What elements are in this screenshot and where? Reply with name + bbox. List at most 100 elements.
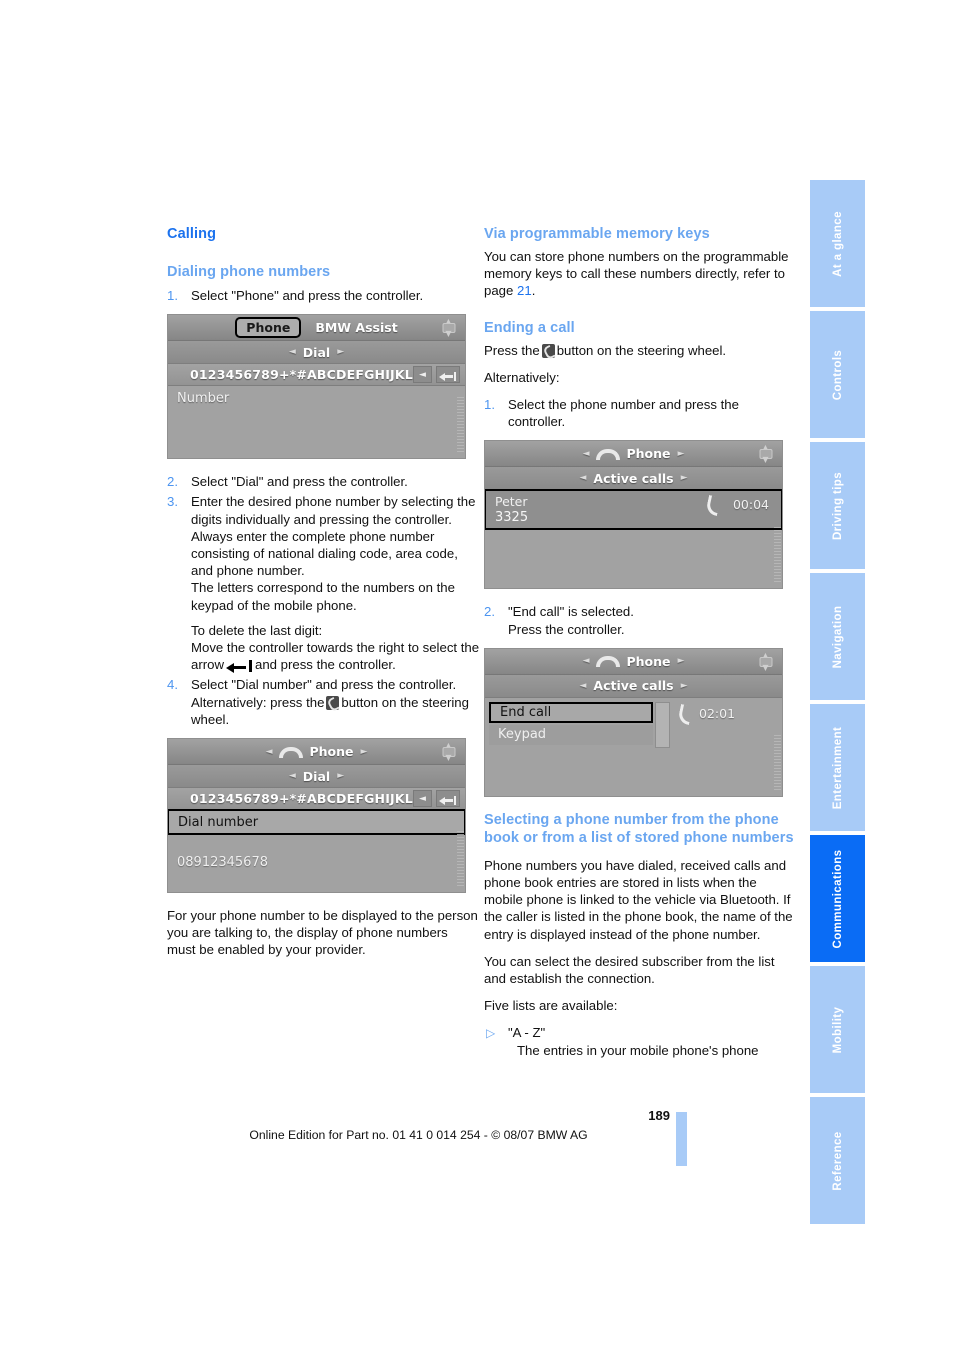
chevron-right-icon: ► <box>677 448 685 459</box>
call-active-icon <box>705 496 719 514</box>
chevron-left-icon: ◄ <box>288 771 296 782</box>
screen-menu-dial: Dial <box>302 344 331 360</box>
footer-imprint: Online Edition for Part no. 01 41 0 014 … <box>249 1128 588 1142</box>
screenshot-topbar: ◄ Phone ► ▲ ▼ <box>485 441 782 468</box>
step-number: 4. <box>167 677 178 693</box>
screen-letters: 0123456789+*#ABCDEFGHIJKL <box>190 367 413 383</box>
screenshot-submenu: ◄ Active calls ► <box>485 467 782 491</box>
chevron-left-icon: ◄ <box>265 746 273 757</box>
handset-icon <box>279 746 305 758</box>
chevron-right-icon: ► <box>337 771 345 782</box>
idrive-screenshot-active-call: ◄ Phone ► ▲ ▼ ◄ Active calls ► Peter 3325… <box>484 440 783 590</box>
paragraph-phonebook-2: You can select the desired subscriber fr… <box>484 953 775 987</box>
image-watermark <box>457 396 464 453</box>
four-way-controller-icon: ▲ ▼ <box>439 317 458 338</box>
four-way-controller-icon: ▲ ▼ <box>756 443 775 464</box>
index-tab-label: Mobility <box>831 1006 844 1053</box>
list-item: ▷ "A - Z" The entries in your mobile pho… <box>484 1024 797 1058</box>
step-text: Enter the desired phone number by select… <box>191 494 476 527</box>
screenshot-letterbar: 0123456789+*#ABCDEFGHIJKL ◄ <box>168 364 465 387</box>
screen-menu-dial: Dial <box>302 768 331 784</box>
step-number: 2. <box>167 474 178 490</box>
idrive-screenshot-end-call: ◄ Phone ► ▲ ▼ ◄ Active calls ► End call K… <box>484 647 783 797</box>
index-tab-reference[interactable]: Reference <box>810 1097 865 1224</box>
step-item: 1. Select "Phone" and press the controll… <box>167 287 480 304</box>
step-number: 1. <box>484 397 495 413</box>
screenshot-submenu: ◄ Dial ► <box>168 341 465 365</box>
step-item: 2. "End call" is selected. Press the con… <box>484 603 797 637</box>
index-tab-label: Controls <box>831 349 844 400</box>
screen-caller-number: 3325 <box>495 510 529 526</box>
index-tab-navigation[interactable]: Navigation <box>810 573 865 700</box>
step-text: Select "Dial" and press the controller. <box>191 474 408 490</box>
chevron-right-icon: ► <box>360 746 368 757</box>
screenshot-body: Dial number 08912345678 <box>168 809 465 893</box>
backspace-key-icon <box>435 790 460 808</box>
heading-phonebook-selection: Selecting a phone number from the phone … <box>484 811 794 847</box>
step-number: 1. <box>167 288 178 303</box>
page-title: Calling <box>167 226 217 242</box>
chevron-right-icon: ► <box>337 347 345 358</box>
manual-page: Calling Dialing phone numbers 1. Select … <box>0 0 954 1350</box>
chevron-left-icon: ◄ <box>582 448 590 459</box>
paragraph-memory-keys: You can store phone numbers on the progr… <box>484 249 789 299</box>
backspace-key-icon <box>435 366 460 384</box>
paragraph-lists-available: Five lists are available: <box>484 998 618 1014</box>
page-number: 189 <box>648 1108 670 1123</box>
chevron-right-icon: ► <box>677 656 685 667</box>
screen-call-duration: 02:01 <box>699 705 736 721</box>
screenshot-body: Number <box>168 386 465 459</box>
paragraph-alternatively: Alternatively: <box>484 369 560 385</box>
step-number: 2. <box>484 604 495 620</box>
index-tab-at-a-glance[interactable]: At a glance <box>810 180 865 307</box>
screenshot-submenu: ◄ Active calls ► <box>485 674 782 698</box>
chevron-right-icon: ► <box>680 680 688 691</box>
screenshot-topbar: ◄ Phone ► ▲ ▼ <box>168 739 465 766</box>
step-text: "End call" is selected. <box>508 604 634 620</box>
chevron-right-icon: ► <box>680 473 688 484</box>
screen-title-phone: Phone <box>309 744 354 760</box>
index-tab-label: Entertainment <box>831 726 844 809</box>
screen-scrollbar-thumb[interactable] <box>655 701 670 748</box>
index-tab-driving-tips[interactable]: Driving tips <box>810 442 865 569</box>
left-arrow-key-icon: ◄ <box>412 790 432 808</box>
handset-icon <box>596 655 622 668</box>
steering-wheel-phone-button-icon <box>541 343 555 358</box>
closing-paragraph: For your phone number to be displayed to… <box>167 908 478 958</box>
step-text-delete-title: To delete the last digit: <box>191 622 323 638</box>
screen-title-phone: Phone <box>626 446 671 462</box>
triangle-bullet-icon: ▷ <box>486 1026 496 1041</box>
screen-active-call-row: Peter 3325 00:04 <box>485 489 782 531</box>
chevron-left-icon: ◄ <box>582 656 590 667</box>
steering-wheel-phone-button-icon <box>326 695 340 710</box>
step-item: 3. Enter the desired phone number by sel… <box>167 493 480 674</box>
four-way-controller-icon: ▲ ▼ <box>439 741 458 762</box>
backspace-arrow-icon <box>225 659 252 674</box>
step-item: 2. Select "Dial" and press the controlle… <box>167 473 480 490</box>
step-item: 4. Select "Dial number" and press the co… <box>167 676 480 728</box>
step-item: 1. Select the phone number and press the… <box>484 396 797 430</box>
index-tab-controls[interactable]: Controls <box>810 311 865 438</box>
step-text-delete-body: Move the controller towards the right to… <box>191 640 480 674</box>
index-tab-label: Driving tips <box>831 471 844 540</box>
index-tab-mobility[interactable]: Mobility <box>810 966 865 1093</box>
paragraph-press-button: Press the button on the steering wheel. <box>484 342 727 358</box>
screenshot-body: Peter 3325 00:04 <box>485 489 782 589</box>
index-tab-communications[interactable]: Communications <box>810 835 865 962</box>
screen-tab-phone: Phone <box>235 317 302 339</box>
left-column: Calling Dialing phone numbers 1. Select … <box>167 226 480 969</box>
screen-menu-active-calls: Active calls <box>593 470 674 486</box>
heading-ending-call: Ending a call <box>484 319 575 336</box>
subsection-heading-dialing: Dialing phone numbers <box>167 264 331 280</box>
screen-letters: 0123456789+*#ABCDEFGHIJKL <box>190 791 413 807</box>
step-text-alternative: Alternatively: press the button on the st… <box>191 694 469 727</box>
screenshot-body: End call Keypad 02:01 <box>485 697 782 796</box>
screen-field-number: Number <box>177 390 230 406</box>
image-watermark <box>774 733 781 790</box>
index-tab-entertainment[interactable]: Entertainment <box>810 704 865 831</box>
step-text: Select "Dial number" and press the contr… <box>191 677 457 693</box>
list-item-title: "A - Z" <box>508 1025 546 1041</box>
screen-selected-row-dial-number: Dial number <box>168 809 465 836</box>
idrive-screenshot-phone-dial: Phone BMW Assist ▲ ▼ ◄ Dial ► 0123456789+… <box>167 314 466 460</box>
index-tab-label: At a glance <box>831 210 844 277</box>
